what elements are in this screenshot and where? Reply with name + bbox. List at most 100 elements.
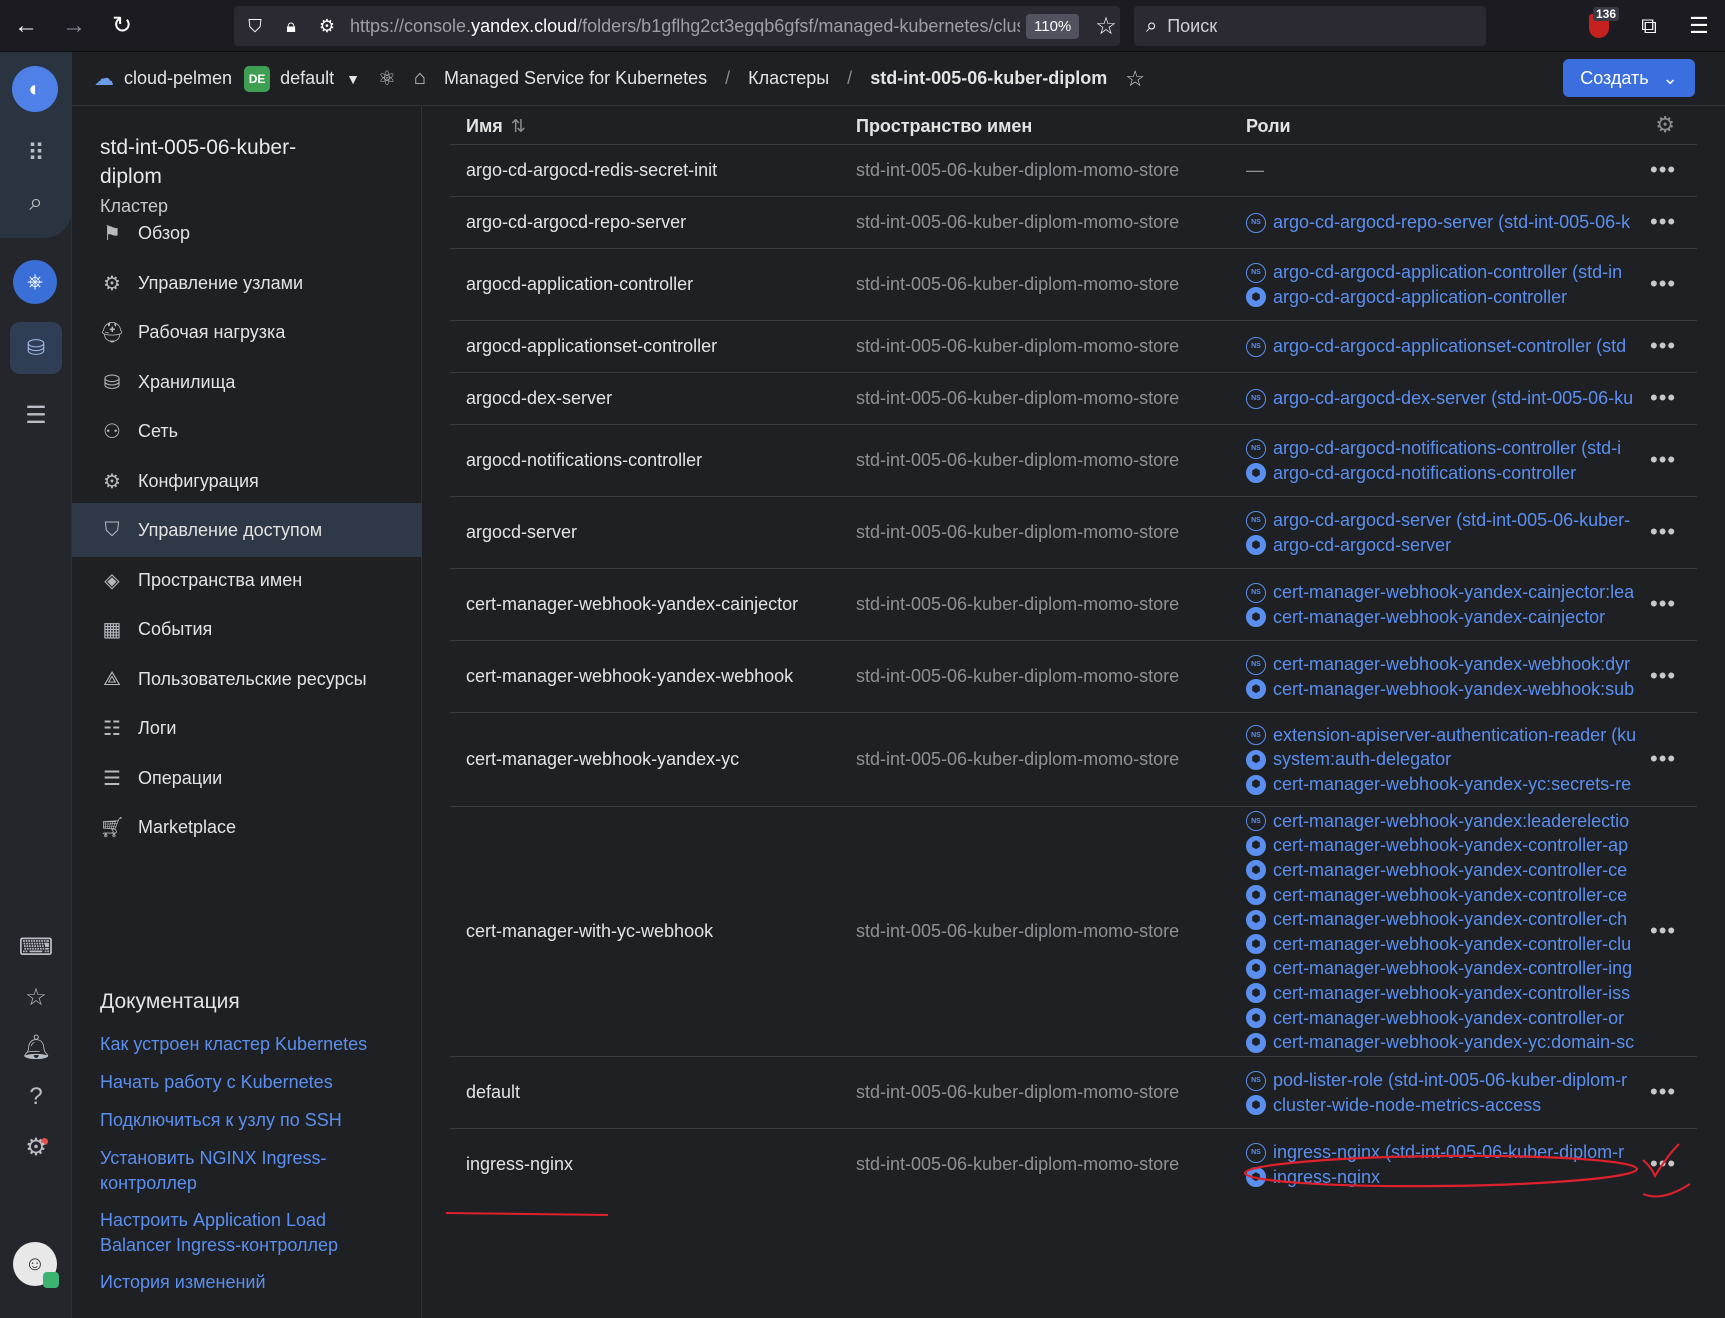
role-name[interactable]: cert-manager-webhook-yandex-controller-o… xyxy=(1273,1008,1624,1029)
role-name[interactable]: cert-manager-webhook-yandex-controller-c… xyxy=(1273,909,1627,930)
doc-link[interactable]: Установить NGINX Ingress-контроллер xyxy=(100,1146,400,1196)
row-actions-menu-icon[interactable]: ••• xyxy=(1650,385,1676,411)
role-name[interactable]: argo-cd-argocd-dex-server (std-int-005-0… xyxy=(1273,388,1633,409)
role-name[interactable]: system:auth-delegator xyxy=(1273,749,1451,770)
table-row[interactable]: cert-manager-webhook-yandex-yc std-int-00… xyxy=(450,712,1697,806)
clusters-icon[interactable]: ⛁ xyxy=(10,322,62,374)
table-row[interactable]: cert-manager-with-yc-webhook std-int-005-… xyxy=(450,806,1697,1056)
back-icon[interactable]: ← xyxy=(4,4,48,48)
address-bar[interactable]: ⛉ 🔒︎ ⚙︎ https://console.yandex.cloud/fol… xyxy=(234,6,1120,46)
table-row[interactable]: argocd-application-controller std-int-005… xyxy=(450,248,1697,320)
role-link[interactable]: ⬢ ingress-nginx xyxy=(1246,1165,1636,1190)
sidebar-item-5[interactable]: ⚇ Сеть xyxy=(72,404,422,458)
service-account-name[interactable]: argocd-applicationset-controller xyxy=(466,336,717,357)
doc-link[interactable]: Начать работу с Kubernetes xyxy=(100,1070,400,1095)
role-link[interactable]: NS argo-cd-argocd-repo-server (std-int-00… xyxy=(1246,211,1636,236)
sidebar-item-7[interactable]: ⛉ Управление доступом xyxy=(72,503,422,557)
row-actions-menu-icon[interactable]: ••• xyxy=(1650,1151,1676,1177)
sidebar-item-3[interactable]: ⛑ Рабочая нагрузка xyxy=(72,305,422,359)
row-actions-menu-icon[interactable]: ••• xyxy=(1650,209,1676,235)
table-row[interactable]: argocd-server std-int-005-06-kuber-diplom… xyxy=(450,496,1697,568)
service-account-name[interactable]: cert-manager-webhook-yandex-yc xyxy=(466,749,739,770)
row-actions-menu-icon[interactable]: ••• xyxy=(1650,519,1676,545)
sidebar-item-10[interactable]: ⟁ Пользовательские ресурсы xyxy=(72,652,422,706)
browser-search-input[interactable]: ⌕ Поиск xyxy=(1134,6,1486,46)
service-account-name[interactable]: cert-manager-with-yc-webhook xyxy=(466,921,713,942)
role-link[interactable]: ⬢ cert-manager-webhook-yandex-yc:secrets-… xyxy=(1246,772,1636,797)
service-account-name[interactable]: ingress-nginx xyxy=(466,1154,573,1175)
menu-icon[interactable]: ☰ xyxy=(1681,6,1717,46)
role-name[interactable]: cert-manager-webhook-yandex-controller-i… xyxy=(1273,983,1630,1004)
role-name[interactable]: cert-manager-webhook-yandex-cainjector xyxy=(1273,607,1605,628)
role-link[interactable]: NS argo-cd-argocd-application-controller … xyxy=(1246,260,1636,285)
role-name[interactable]: argo-cd-argocd-application-controller xyxy=(1273,287,1567,308)
sidebar-item-9[interactable]: ▦ События xyxy=(72,602,422,656)
favorite-star-icon[interactable]: ☆ xyxy=(1125,66,1145,92)
role-name[interactable]: extension-apiserver-authentication-reade… xyxy=(1273,725,1636,746)
row-actions-menu-icon[interactable]: ••• xyxy=(1650,333,1676,359)
folder-graph-icon[interactable]: ⚛ xyxy=(378,66,396,91)
role-link[interactable]: NS cert-manager-webhook-yandex:leaderelec… xyxy=(1246,809,1636,834)
role-name[interactable]: cert-manager-webhook-yandex-controller-a… xyxy=(1273,835,1628,856)
kubernetes-service-icon[interactable]: ⎈ xyxy=(13,260,57,304)
role-link[interactable]: ⬢ cert-manager-webhook-yandex-controller-… xyxy=(1246,957,1636,982)
forward-icon[interactable]: → xyxy=(52,4,96,48)
lock-icon[interactable]: 🔒︎ xyxy=(276,11,306,41)
sidebar-item-1[interactable]: ⚑ Обзор xyxy=(72,206,422,260)
terminal-icon[interactable]: ⌨ xyxy=(0,922,72,972)
favorites-star-icon[interactable]: ☆ xyxy=(0,972,72,1022)
role-name[interactable]: cert-manager-webhook-yandex:leaderelecti… xyxy=(1273,811,1629,832)
role-name[interactable]: argo-cd-argocd-application-controller (s… xyxy=(1273,262,1622,283)
role-link[interactable]: ⬢ argo-cd-argocd-notifications-controller xyxy=(1246,461,1636,486)
url-text[interactable]: https://console.yandex.cloud/folders/b1g… xyxy=(350,16,1020,37)
role-link[interactable]: ⬢ cert-manager-webhook-yandex-controller-… xyxy=(1246,907,1636,932)
role-name[interactable]: cert-manager-webhook-yandex-webhook:dyr xyxy=(1273,654,1630,675)
role-link[interactable]: NS pod-lister-role (std-int-005-06-kuber-… xyxy=(1246,1068,1636,1093)
table-row[interactable]: argo-cd-argocd-repo-server std-int-005-06… xyxy=(450,196,1697,248)
settings-gear-icon[interactable]: ⚙ xyxy=(0,1122,72,1172)
row-actions-menu-icon[interactable]: ••• xyxy=(1650,918,1676,944)
extensions-icon[interactable]: ⧉ xyxy=(1631,6,1667,46)
home-icon[interactable]: ⌂ xyxy=(414,67,426,90)
role-link[interactable]: ⬢ cert-manager-webhook-yandex-controller-… xyxy=(1246,981,1636,1006)
role-link[interactable]: NS cert-manager-webhook-yandex-webhook:dy… xyxy=(1246,652,1636,677)
zoom-level[interactable]: 110% xyxy=(1026,13,1080,39)
role-name[interactable]: argo-cd-argocd-repo-server (std-int-005-… xyxy=(1273,212,1630,233)
cloud-name[interactable]: cloud-pelmen xyxy=(124,68,232,89)
role-link[interactable]: NS ingress-nginx (std-int-005-06-kuber-di… xyxy=(1246,1140,1636,1165)
service-account-name[interactable]: default xyxy=(466,1082,520,1103)
role-link[interactable]: ⬢ cert-manager-webhook-yandex-controller-… xyxy=(1246,834,1636,859)
role-name[interactable]: cert-manager-webhook-yandex-cainjector:l… xyxy=(1273,582,1634,603)
row-actions-menu-icon[interactable]: ••• xyxy=(1650,591,1676,617)
role-name[interactable]: cluster-wide-node-metrics-access xyxy=(1273,1095,1541,1116)
table-row[interactable]: cert-manager-webhook-yandex-webhook std-i… xyxy=(450,640,1697,712)
table-row[interactable]: argocd-applicationset-controller std-int-… xyxy=(450,320,1697,372)
table-row[interactable]: cert-manager-webhook-yandex-cainjector st… xyxy=(450,568,1697,640)
operations-list-icon[interactable]: ☰ xyxy=(0,390,72,440)
service-account-name[interactable]: argo-cd-argocd-redis-secret-init xyxy=(466,160,717,181)
role-name[interactable]: argo-cd-argocd-notifications-controller xyxy=(1273,463,1576,484)
row-actions-menu-icon[interactable]: ••• xyxy=(1650,157,1676,183)
role-name[interactable]: cert-manager-webhook-yandex-webhook:sub xyxy=(1273,679,1634,700)
service-account-name[interactable]: argo-cd-argocd-repo-server xyxy=(466,212,686,233)
table-settings-gear-icon[interactable]: ⚙ xyxy=(1655,112,1675,138)
role-link[interactable]: ⬢ cert-manager-webhook-yandex-controller-… xyxy=(1246,932,1636,957)
row-actions-menu-icon[interactable]: ••• xyxy=(1650,271,1676,297)
role-name[interactable]: argo-cd-argocd-server (std-int-005-06-ku… xyxy=(1273,510,1630,531)
table-row[interactable]: ingress-nginx std-int-005-06-kuber-diplom… xyxy=(450,1128,1697,1200)
bookmark-star-icon[interactable]: ☆ xyxy=(1095,12,1117,41)
role-name[interactable]: cert-manager-webhook-yandex-controller-i… xyxy=(1273,958,1632,979)
notifications-bell-icon[interactable]: 🔔︎ xyxy=(0,1022,72,1072)
breadcrumb-service[interactable]: Managed Service for Kubernetes xyxy=(444,68,707,89)
doc-link[interactable]: История изменений xyxy=(100,1270,400,1295)
role-name[interactable]: cert-manager-webhook-yandex-yc:domain-sc xyxy=(1273,1032,1634,1053)
table-row[interactable]: default std-int-005-06-kuber-diplom-momo-… xyxy=(450,1056,1697,1128)
all-services-icon[interactable]: ⠿ xyxy=(0,128,72,178)
role-link[interactable]: ⬢ cert-manager-webhook-yandex-webhook:sub xyxy=(1246,677,1636,702)
role-name[interactable]: ingress-nginx xyxy=(1273,1167,1380,1188)
doc-link[interactable]: Подключиться к узлу по SSH xyxy=(100,1108,400,1133)
sidebar-item-8[interactable]: ◈ Пространства имен xyxy=(72,553,422,607)
reload-icon[interactable]: ↻ xyxy=(100,4,144,48)
permissions-icon[interactable]: ⚙︎ xyxy=(312,11,342,41)
role-link[interactable]: ⬢ cert-manager-webhook-yandex-cainjector xyxy=(1246,605,1636,630)
